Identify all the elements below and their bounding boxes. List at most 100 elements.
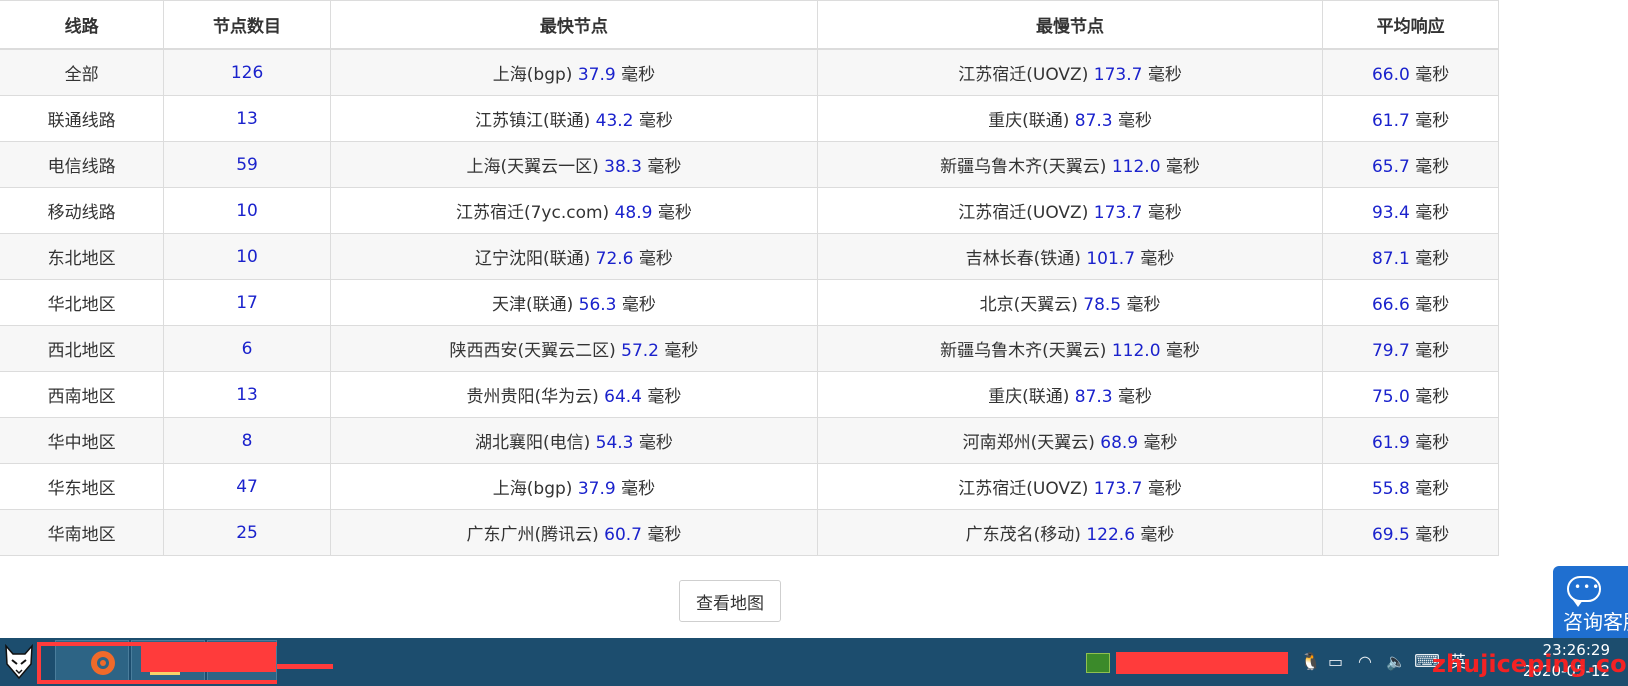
unit-label: 毫秒 [621, 65, 656, 85]
table-row: 移动线路 10 江苏宿迁(7yc.com) 48.9 毫秒 江苏宿迁(UOVZ) 17… [0, 187, 1499, 234]
cell-line: 全部 [0, 48, 165, 96]
table-row: 华南地区 25 广东广州(腾讯云) 60.7 毫秒 广东茂名(移动) 122.6 毫秒… [0, 509, 1499, 556]
cell-fastest-node: 贵州贵阳(华为云) 64.4 毫秒 [329, 371, 818, 418]
redaction-bar [277, 664, 333, 669]
chat-dots-icon: ••• [1574, 580, 1602, 594]
unit-label: 毫秒 [1143, 433, 1178, 453]
cell-fastest-node: 上海(bgp) 37.9 毫秒 [329, 463, 818, 510]
slowest-node-ms: 68.9 [1100, 433, 1139, 453]
unit-label: 毫秒 [1415, 525, 1450, 545]
slowest-node-name: 江苏宿迁(UOVZ) [958, 203, 1089, 223]
cell-fastest-node: 天津(联通) 56.3 毫秒 [329, 279, 818, 326]
start-button[interactable] [0, 638, 38, 686]
fastest-node-name: 湖北襄阳(电信) [474, 433, 591, 453]
slowest-node-ms: 173.7 [1093, 479, 1143, 499]
cell-fastest-node: 广东广州(腾讯云) 60.7 毫秒 [329, 509, 818, 556]
unit-label: 毫秒 [1415, 479, 1450, 499]
cell-average-response: 79.7 毫秒 [1322, 325, 1499, 372]
unit-label: 毫秒 [1147, 65, 1182, 85]
average-ms: 66.0 [1371, 65, 1410, 85]
slowest-node-ms: 101.7 [1086, 249, 1136, 269]
fastest-node-name: 广东广州(腾讯云) [466, 525, 599, 545]
slowest-node-name: 北京(天翼云) [979, 295, 1078, 315]
average-ms: 87.1 [1371, 249, 1410, 269]
slowest-node-name: 江苏宿迁(UOVZ) [958, 479, 1089, 499]
view-map-button[interactable]: 查看地图 [679, 580, 781, 622]
fastest-node-ms: 60.7 [604, 525, 642, 545]
table-row: 全部 126 上海(bgp) 37.9 毫秒 江苏宿迁(UOVZ) 173.7 毫秒 6… [0, 48, 1499, 96]
cell-node-count: 13 [163, 95, 331, 142]
unit-label: 毫秒 [1118, 387, 1153, 407]
unit-label: 毫秒 [1415, 157, 1450, 177]
taskbar: 🐧 ▭ ◠ 🔈 ⌨ 英 23:26:29 2020-05-12 [0, 638, 1628, 686]
cell-line: 移动线路 [0, 187, 165, 234]
fastest-node-ms: 54.3 [595, 433, 634, 453]
unit-label: 毫秒 [664, 341, 699, 361]
average-ms: 66.6 [1371, 295, 1410, 315]
table-row: 华北地区 17 天津(联通) 56.3 毫秒 北京(天翼云) 78.5 毫秒 66.6 … [0, 279, 1499, 326]
unit-label: 毫秒 [621, 295, 656, 315]
unit-label: 毫秒 [1126, 295, 1161, 315]
start-icon [5, 644, 33, 680]
cell-slowest-node: 广东茂名(移动) 122.6 毫秒 [816, 509, 1324, 556]
fastest-node-name: 上海(bgp) [492, 479, 573, 499]
unit-label: 毫秒 [647, 157, 682, 177]
slowest-node-ms: 112.0 [1111, 157, 1161, 177]
cell-fastest-node: 陕西西安(天翼云二区) 57.2 毫秒 [329, 325, 818, 372]
volume-icon[interactable]: 🔈 [1386, 652, 1406, 672]
table-row: 东北地区 10 辽宁沈阳(联通) 72.6 毫秒 吉林长春(铁通) 101.7 毫秒 8… [0, 233, 1499, 280]
unit-label: 毫秒 [1415, 433, 1450, 453]
fastest-node-ms: 38.3 [604, 157, 642, 177]
unit-label: 毫秒 [1415, 111, 1450, 131]
cell-node-count: 25 [163, 509, 331, 556]
cell-line: 华东地区 [0, 463, 165, 510]
slowest-node-ms: 87.3 [1074, 387, 1113, 407]
unit-label: 毫秒 [638, 249, 673, 269]
unit-label: 毫秒 [647, 387, 682, 407]
cell-average-response: 87.1 毫秒 [1322, 233, 1499, 280]
unit-label: 毫秒 [1415, 295, 1450, 315]
redaction-block [1116, 652, 1288, 674]
consult-widget[interactable]: ••• 咨询客服 [1553, 566, 1628, 638]
unit-label: 毫秒 [1140, 249, 1175, 269]
browser-icon [91, 651, 115, 675]
unit-label: 毫秒 [1147, 203, 1182, 223]
slowest-node-name: 河南郑州(天翼云) [962, 433, 1095, 453]
fastest-node-name: 辽宁沈阳(联通) [474, 249, 591, 269]
cell-slowest-node: 重庆(联通) 87.3 毫秒 [816, 95, 1324, 142]
wifi-icon[interactable]: ◠ [1358, 652, 1372, 672]
fastest-node-ms: 43.2 [595, 111, 634, 131]
ping-results-table: 线路 节点数目 最快节点 最慢节点 平均响应 全部 126 上海(bgp) 37.9… [0, 0, 1499, 556]
header-fastest-node: 最快节点 [329, 0, 818, 50]
header-line: 线路 [0, 0, 165, 50]
fastest-node-ms: 64.4 [604, 387, 642, 407]
cell-average-response: 93.4 毫秒 [1322, 187, 1499, 234]
slowest-node-ms: 122.6 [1086, 525, 1136, 545]
consult-label: 咨询客服 [1563, 610, 1628, 634]
cell-node-count: 47 [163, 463, 331, 510]
cell-line: 东北地区 [0, 233, 165, 280]
slowest-node-name: 新疆乌鲁木齐(天翼云) [940, 157, 1107, 177]
battery-icon[interactable]: ▭ [1328, 652, 1343, 672]
unit-label: 毫秒 [1415, 249, 1450, 269]
taskbar-browser-button[interactable] [55, 640, 129, 684]
redaction-bar [37, 680, 277, 684]
cell-slowest-node: 江苏宿迁(UOVZ) 173.7 毫秒 [816, 187, 1324, 234]
cell-node-count: 10 [163, 187, 331, 234]
unit-label: 毫秒 [647, 525, 682, 545]
table-row: 华中地区 8 湖北襄阳(电信) 54.3 毫秒 河南郑州(天翼云) 68.9 毫秒 61… [0, 417, 1499, 464]
cell-line: 联通线路 [0, 95, 165, 142]
slowest-node-ms: 173.7 [1093, 65, 1143, 85]
unit-label: 毫秒 [657, 203, 692, 223]
slowest-node-ms: 112.0 [1111, 341, 1161, 361]
average-ms: 61.7 [1371, 111, 1410, 131]
qq-icon[interactable]: 🐧 [1300, 652, 1321, 672]
cell-fastest-node: 辽宁沈阳(联通) 72.6 毫秒 [329, 233, 818, 280]
cell-slowest-node: 重庆(联通) 87.3 毫秒 [816, 371, 1324, 418]
nvidia-icon[interactable] [1086, 653, 1110, 673]
cell-slowest-node: 河南郑州(天翼云) 68.9 毫秒 [816, 417, 1324, 464]
slowest-node-name: 广东茂名(移动) [965, 525, 1081, 545]
unit-label: 毫秒 [638, 433, 673, 453]
cell-node-count: 17 [163, 279, 331, 326]
fastest-node-name: 上海(天翼云一区) [466, 157, 599, 177]
